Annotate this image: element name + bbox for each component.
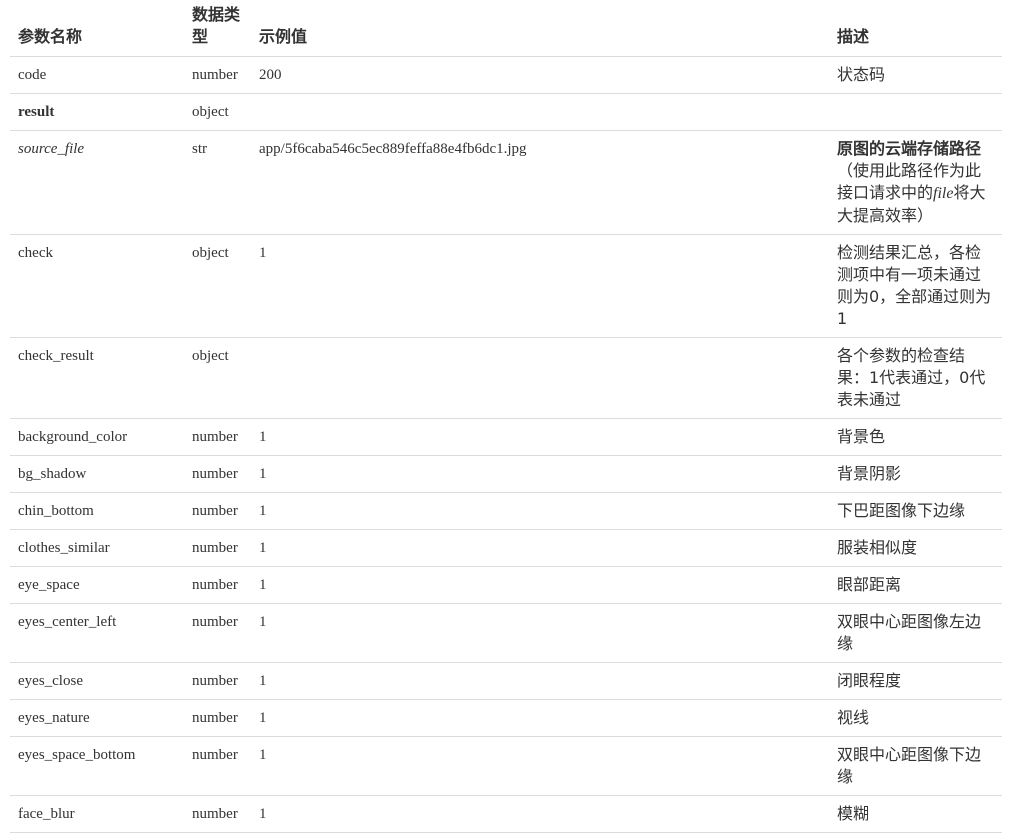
header-type: 数据类型 [184,0,251,57]
param-example: 1 [251,795,829,833]
parameter-table: 参数名称 数据类型 示例值 描述 code number 200 状态码 res… [10,0,1002,833]
param-type: number [184,795,251,833]
param-example: 1 [251,566,829,604]
param-description: 各个参数的检查结果：1代表通过，0代表未通过 [829,337,1002,419]
param-type: number [184,736,251,796]
param-type: number [184,699,251,737]
param-example: 1 [251,603,829,663]
param-name: bg_shadow [10,455,184,493]
table-row: eye_space number 1 眼部距离 [10,566,1002,604]
param-example [251,337,829,419]
table-row: source_file str app/5f6caba546c5ec889fef… [10,130,1002,235]
table-row: result object [10,93,1002,131]
param-example: 1 [251,492,829,530]
param-name: eyes_center_left [10,603,184,663]
table-row: background_color number 1 背景色 [10,418,1002,456]
param-type: number [184,566,251,604]
param-type: number [184,529,251,567]
header-name: 参数名称 [10,0,184,57]
param-type: number [184,56,251,94]
param-description: 下巴距图像下边缘 [829,492,1002,530]
table-row: eyes_nature number 1 视线 [10,699,1002,737]
param-type: number [184,455,251,493]
param-name: check [10,234,184,338]
param-example: 1 [251,736,829,796]
param-example: 200 [251,56,829,94]
param-description: 闭眼程度 [829,662,1002,700]
param-name: eyes_close [10,662,184,700]
description-em: file [933,185,954,202]
param-name: eye_space [10,566,184,604]
param-description: 背景色 [829,418,1002,456]
param-type: object [184,234,251,338]
param-description [829,93,1002,131]
table-row: check object 1 检测结果汇总，各检测项中有一项未通过则为0，全部通… [10,234,1002,338]
param-name: source_file [10,130,184,235]
table-row: chin_bottom number 1 下巴距图像下边缘 [10,492,1002,530]
param-type: number [184,492,251,530]
param-name: eyes_space_bottom [10,736,184,796]
table-row: bg_shadow number 1 背景阴影 [10,455,1002,493]
param-type: number [184,662,251,700]
table-row: eyes_space_bottom number 1 双眼中心距图像下边缘 [10,736,1002,796]
param-example: app/5f6caba546c5ec889feffa88e4fb6dc1.jpg [251,130,829,235]
param-description: 检测结果汇总，各检测项中有一项未通过则为0，全部通过则为1 [829,234,1002,338]
param-example: 1 [251,455,829,493]
param-type: object [184,93,251,131]
param-name: result [10,93,184,131]
table-row: eyes_center_left number 1 双眼中心距图像左边缘 [10,603,1002,663]
param-example: 1 [251,234,829,338]
param-name: clothes_similar [10,529,184,567]
param-example: 1 [251,662,829,700]
param-description: 双眼中心距图像下边缘 [829,736,1002,796]
param-type: number [184,603,251,663]
param-name: face_blur [10,795,184,833]
param-description: 背景阴影 [829,455,1002,493]
param-description: 视线 [829,699,1002,737]
param-type: number [184,418,251,456]
param-example: 1 [251,699,829,737]
param-description: 眼部距离 [829,566,1002,604]
table-header-row: 参数名称 数据类型 示例值 描述 [10,0,1002,57]
param-type: str [184,130,251,235]
param-name: eyes_nature [10,699,184,737]
param-description: 服装相似度 [829,529,1002,567]
table-row: code number 200 状态码 [10,56,1002,94]
param-description: 原图的云端存储路径（使用此路径作为此接口请求中的file将大大提高效率） [829,130,1002,235]
param-name: background_color [10,418,184,456]
param-name: check_result [10,337,184,419]
param-description: 双眼中心距图像左边缘 [829,603,1002,663]
param-description: 状态码 [829,56,1002,94]
param-description: 模糊 [829,795,1002,833]
param-name: chin_bottom [10,492,184,530]
param-example: 1 [251,418,829,456]
table-row: check_result object 各个参数的检查结果：1代表通过，0代表未… [10,337,1002,419]
param-example [251,93,829,131]
table-row: eyes_close number 1 闭眼程度 [10,662,1002,700]
header-example: 示例值 [251,0,829,57]
table-row: face_blur number 1 模糊 [10,795,1002,833]
param-type: object [184,337,251,419]
param-name: code [10,56,184,94]
table-row: clothes_similar number 1 服装相似度 [10,529,1002,567]
header-description: 描述 [829,0,1002,57]
description-strong: 原图的云端存储路径 [837,139,982,158]
param-example: 1 [251,529,829,567]
